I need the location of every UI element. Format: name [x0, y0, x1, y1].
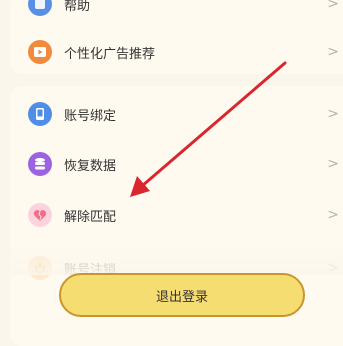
menu-item-personalized-ads[interactable]: 个性化广告推荐 >	[10, 26, 343, 78]
menu-item-label: 恢复数据	[64, 158, 117, 174]
chevron-right-icon: >	[327, 0, 339, 12]
chevron-right-icon: >	[327, 156, 339, 172]
logout-button-label: 退出登录	[155, 289, 208, 305]
power-icon	[28, 256, 52, 280]
help-icon	[28, 0, 52, 16]
menu-item-account-binding[interactable]: 账号绑定 >	[10, 88, 343, 140]
broken-heart-icon	[28, 203, 52, 227]
database-icon	[28, 152, 52, 176]
logout-button[interactable]: 退出登录	[59, 273, 305, 317]
menu-item-label: 解除匹配	[64, 209, 117, 225]
chevron-right-icon: >	[327, 44, 339, 60]
menu-item-label: 个性化广告推荐	[64, 46, 156, 62]
phone-icon	[28, 102, 52, 126]
chevron-right-icon: >	[327, 106, 339, 122]
menu-item-restore-data[interactable]: 恢复数据 >	[10, 138, 343, 190]
menu-item-label: 账号绑定	[64, 108, 117, 124]
menu-item-label: 帮助	[64, 0, 91, 14]
chevron-right-icon: >	[327, 260, 339, 276]
chevron-right-icon: >	[327, 207, 339, 223]
menu-item-unmatch[interactable]: 解除匹配 >	[10, 189, 343, 241]
ad-icon	[28, 40, 52, 64]
